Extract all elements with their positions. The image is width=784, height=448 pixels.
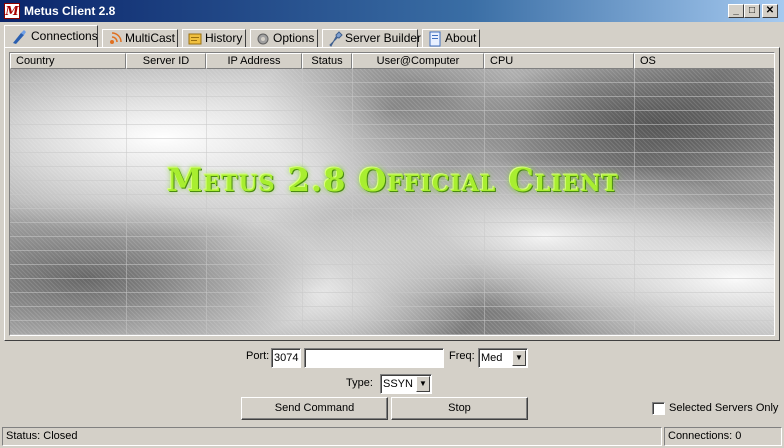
status-bar: Status: Closed Connections: 0 xyxy=(0,425,784,448)
title-bar[interactable]: M Metus Client 2.8 _ □ ✕ xyxy=(0,0,784,22)
grid-divider xyxy=(352,69,353,335)
grid-divider xyxy=(634,69,635,335)
gear-icon xyxy=(257,33,269,45)
tab-label: Server Builder xyxy=(345,31,422,45)
tab-strip: Connections MultiCast History Options Se… xyxy=(4,25,780,47)
document-icon xyxy=(429,31,441,47)
chevron-down-icon[interactable]: ▼ xyxy=(416,376,430,392)
port-input[interactable]: 3074 xyxy=(271,348,301,368)
chevron-down-icon[interactable]: ▼ xyxy=(512,350,526,366)
maximize-button[interactable]: □ xyxy=(744,4,760,18)
tab-label: Connections xyxy=(31,29,98,43)
target-input[interactable] xyxy=(304,348,444,368)
connections-count: Connections: 0 xyxy=(664,427,782,446)
wrench-icon xyxy=(329,31,343,47)
grid-divider xyxy=(302,69,303,335)
window-title: Metus Client 2.8 xyxy=(24,4,116,18)
stop-button[interactable]: Stop xyxy=(391,397,528,420)
connections-list[interactable]: Country Server ID IP Address Status User… xyxy=(9,52,775,336)
history-icon xyxy=(188,33,202,45)
broadcast-icon xyxy=(110,32,122,44)
send-command-button[interactable]: Send Command xyxy=(241,397,388,420)
tab-options[interactable]: Options xyxy=(250,29,318,47)
type-label: Type: xyxy=(346,377,373,389)
tab-multicast[interactable]: MultiCast xyxy=(102,29,178,47)
tab-label: MultiCast xyxy=(125,31,176,45)
grid-divider xyxy=(126,69,127,335)
column-header-country[interactable]: Country xyxy=(10,53,126,69)
app-logo-icon: M xyxy=(4,3,20,19)
list-header: Country Server ID IP Address Status User… xyxy=(10,53,774,69)
tab-label: Options xyxy=(273,31,315,45)
column-header-ip-address[interactable]: IP Address xyxy=(206,53,302,69)
tab-history[interactable]: History xyxy=(182,29,246,47)
tab-about[interactable]: About xyxy=(422,29,480,47)
column-header-server-id[interactable]: Server ID xyxy=(126,53,206,69)
column-header-status[interactable]: Status xyxy=(302,53,352,69)
tab-server-builder[interactable]: Server Builder xyxy=(322,29,422,47)
tab-connections[interactable]: Connections xyxy=(4,25,98,47)
minimize-button[interactable]: _ xyxy=(728,4,744,18)
tab-label: History xyxy=(205,31,243,45)
freq-value: Med xyxy=(481,352,503,364)
tab-label: About xyxy=(445,31,477,45)
selected-servers-only-label[interactable]: Selected Servers Only xyxy=(669,402,778,414)
grid-divider xyxy=(484,69,485,335)
empty-grid xyxy=(10,69,774,335)
freq-label: Freq: xyxy=(449,350,475,362)
column-header-cpu[interactable]: CPU xyxy=(484,53,634,69)
column-header-os[interactable]: OS xyxy=(634,53,774,69)
selected-servers-only-checkbox[interactable] xyxy=(652,402,665,415)
column-header-user-computer[interactable]: User@Computer xyxy=(352,53,484,69)
grid-divider xyxy=(206,69,207,335)
connections-icon xyxy=(13,30,26,44)
type-value: SSYN xyxy=(383,378,413,390)
port-label: Port: xyxy=(246,350,270,362)
freq-select[interactable]: Med ▼ xyxy=(478,348,528,368)
watermark-banner: Metus 2.8 Official Client xyxy=(167,161,619,199)
close-button[interactable]: ✕ xyxy=(762,4,778,18)
status-text: Status: Closed xyxy=(2,427,662,446)
connections-panel: Country Server ID IP Address Status User… xyxy=(4,47,780,341)
type-select[interactable]: SSYN ▼ xyxy=(380,374,432,394)
